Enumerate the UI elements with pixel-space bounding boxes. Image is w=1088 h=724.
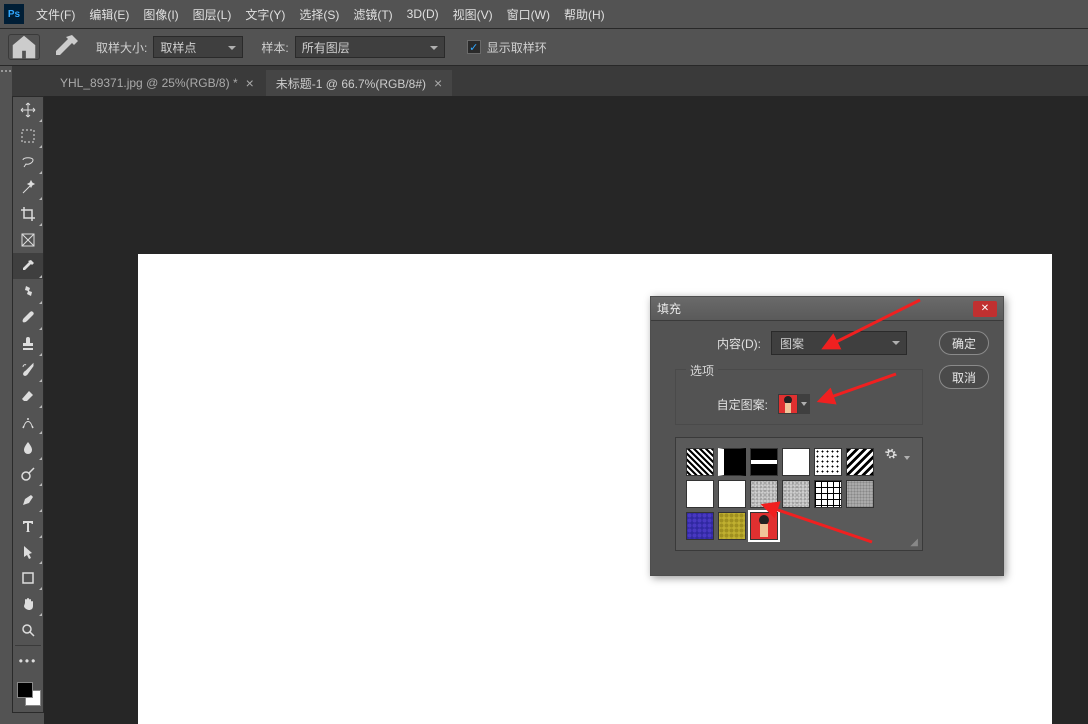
sample-label: 样本: [261,39,288,56]
hand-tool-icon[interactable] [13,591,43,617]
menu-bar: Ps 文件(F) 编辑(E) 图像(I) 图层(L) 文字(Y) 选择(S) 滤… [0,0,1088,28]
menu-help[interactable]: 帮助(H) [564,6,605,23]
menu-type[interactable]: 文字(Y) [245,6,285,23]
content-label: 内容(D): [661,335,761,352]
menu-edit[interactable]: 编辑(E) [89,6,129,23]
show-ring-checkbox[interactable]: ✓ 显示取样环 [467,39,547,56]
content-select[interactable]: 图案 [771,331,907,355]
eraser-tool-icon[interactable] [13,383,43,409]
pattern-dropdown-button[interactable] [798,394,810,414]
menu-select[interactable]: 选择(S) [299,6,339,23]
tool-preset-icon[interactable] [50,34,82,60]
close-icon[interactable]: × [434,75,442,91]
blur-tool-icon[interactable] [13,435,43,461]
wand-tool-icon[interactable] [13,175,43,201]
dialog-titlebar[interactable]: 填充 ✕ [651,297,1003,321]
pattern-swatch[interactable] [782,480,810,508]
gradient-tool-icon[interactable] [13,409,43,435]
document-tab-2[interactable]: 未标题-1 @ 66.7%(RGB/8#) × [266,70,452,96]
marquee-tool-icon[interactable] [13,123,43,149]
gear-icon[interactable] [885,448,910,463]
left-dock-strip [0,66,12,724]
sample-select[interactable]: 所有图层 [295,36,445,58]
zoom-tool-icon[interactable] [13,617,43,643]
close-icon[interactable]: ✕ [973,301,997,317]
pen-tool-icon[interactable] [13,487,43,513]
document-tab-bar: YHL_89371.jpg @ 25%(RGB/8) * × 未标题-1 @ 6… [0,66,1088,96]
resize-grip-icon[interactable]: ◢ [910,537,918,548]
app-logo-icon: Ps [4,4,24,24]
edit-toolbar-icon[interactable]: ••• [13,648,43,674]
tool-palette: ••• [12,96,44,713]
document-tab-1[interactable]: YHL_89371.jpg @ 25%(RGB/8) * × [50,70,264,96]
menu-file[interactable]: 文件(F) [36,6,75,23]
show-ring-label: 显示取样环 [487,39,547,56]
frame-tool-icon[interactable] [13,227,43,253]
pattern-swatch[interactable] [846,448,874,476]
pattern-swatch[interactable] [846,480,874,508]
pattern-swatch[interactable] [718,448,746,476]
pattern-swatch[interactable] [686,480,714,508]
menu-image[interactable]: 图像(I) [143,6,178,23]
pattern-swatch-selected[interactable] [750,512,778,540]
brush-tool-icon[interactable] [13,305,43,331]
crop-tool-icon[interactable] [13,201,43,227]
path-select-tool-icon[interactable] [13,539,43,565]
pattern-swatch[interactable] [782,448,810,476]
pattern-swatch[interactable] [814,448,842,476]
shape-tool-icon[interactable] [13,565,43,591]
pattern-swatch[interactable] [750,448,778,476]
menu-view[interactable]: 视图(V) [453,6,493,23]
tab-label: YHL_89371.jpg @ 25%(RGB/8) * [60,76,238,90]
checkmark-icon: ✓ [467,40,481,54]
pattern-picker: ◢ [675,437,923,551]
ok-button[interactable]: 确定 [939,331,989,355]
pattern-swatch[interactable] [686,512,714,540]
cancel-button[interactable]: 取消 [939,365,989,389]
options-bar: 取样大小: 取样点 样本: 所有图层 ✓ 显示取样环 [0,28,1088,66]
custom-pattern-label: 自定图案: [682,396,768,413]
fill-dialog: 填充 ✕ 内容(D): 图案 确定 取消 选项 自定图案: [650,296,1004,576]
menu-filter[interactable]: 滤镜(T) [353,6,392,23]
pattern-swatch[interactable] [718,512,746,540]
pattern-swatch[interactable] [814,480,842,508]
menu-3d[interactable]: 3D(D) [407,7,439,21]
sample-size-select[interactable]: 取样点 [153,36,243,58]
menu-window[interactable]: 窗口(W) [507,6,550,23]
lasso-tool-icon[interactable] [13,149,43,175]
menu-layer[interactable]: 图层(L) [193,6,232,23]
healing-tool-icon[interactable] [13,279,43,305]
stamp-tool-icon[interactable] [13,331,43,357]
home-icon[interactable] [8,34,40,60]
tab-label: 未标题-1 @ 66.7%(RGB/8#) [276,75,426,92]
history-brush-tool-icon[interactable] [13,357,43,383]
pattern-swatch[interactable] [750,480,778,508]
move-tool-icon[interactable] [13,97,43,123]
foreground-swatch[interactable] [17,682,33,698]
pattern-swatch[interactable] [686,448,714,476]
pattern-swatch[interactable] [718,480,746,508]
type-tool-icon[interactable] [13,513,43,539]
dialog-title: 填充 [657,300,973,317]
sample-size-label: 取样大小: [96,39,147,56]
color-swatches[interactable] [13,678,43,712]
options-legend: 选项 [686,362,718,379]
options-fieldset: 选项 自定图案: [675,369,923,425]
pattern-preview-icon [778,394,798,414]
close-icon[interactable]: × [246,75,254,91]
eyedropper-tool-icon[interactable] [13,253,43,279]
dodge-tool-icon[interactable] [13,461,43,487]
